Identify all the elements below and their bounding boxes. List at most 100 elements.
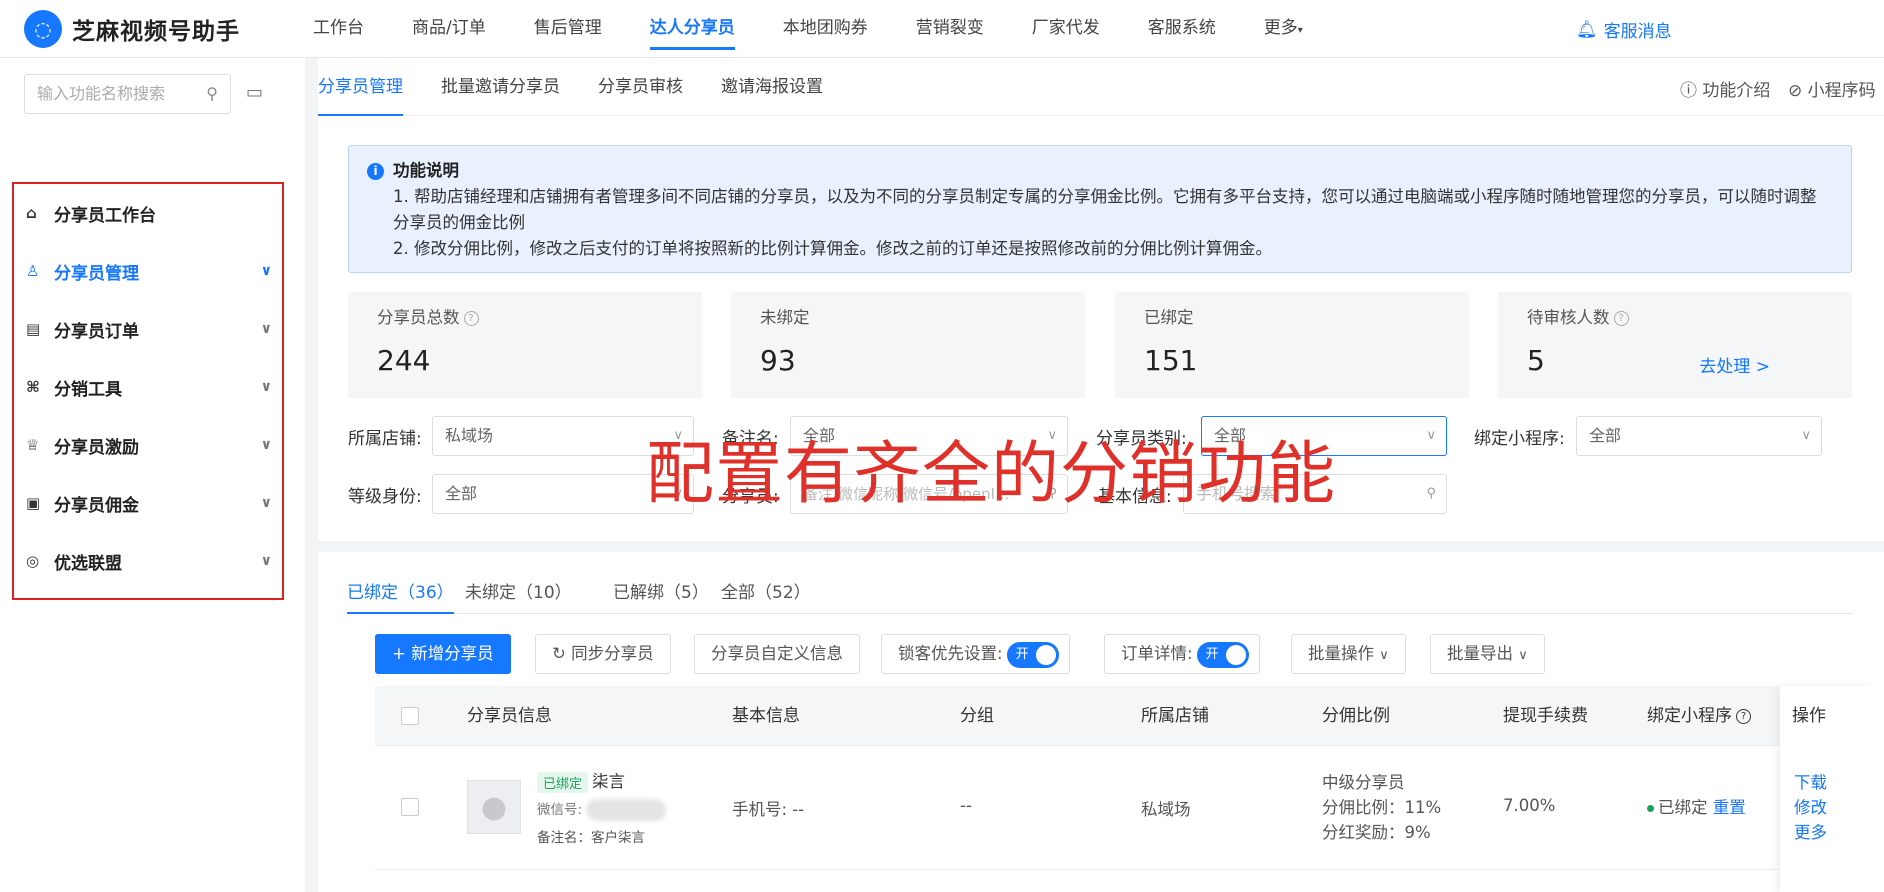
batch-label: 批量操作 [1308, 644, 1374, 663]
stat-value: 244 [377, 344, 431, 377]
sidebar-item-incentive[interactable]: ♕ 分享员激励 ∨ [14, 416, 282, 474]
stat-value: 5 [1527, 344, 1545, 377]
info-circle-icon: ⓘ [1680, 81, 1697, 101]
info-line-1: 1. 帮助店铺经理和店铺拥有者管理多间不同店铺的分享员，以及为不同的分享员制定专… [393, 187, 1817, 232]
tab-bound[interactable]: 已绑定（36） [347, 578, 454, 614]
tool-icon: ⌘ [26, 378, 40, 396]
status-dot [1647, 805, 1654, 812]
tab-unbound-released[interactable]: 已解绑（5） [613, 578, 709, 614]
order-detail-toggle[interactable]: 开 [1196, 641, 1249, 668]
row-checkbox[interactable] [401, 798, 419, 816]
col-mini-program: 绑定小程序? [1647, 686, 1751, 746]
sidebar-item-workbench[interactable]: ⌂ 分享员工作台 [14, 184, 282, 242]
nav-local-coupons[interactable]: 本地团购券 [783, 0, 868, 58]
sidebar: 输入功能名称搜索 ⚲ ▭ ⌂ 分享员工作台 ♙ 分享员管理 ∨ ▤ 分享员订单 … [0, 58, 305, 892]
download-link[interactable]: 下载 [1794, 770, 1827, 795]
nav-more[interactable]: 更多▾ [1264, 0, 1303, 58]
stat-pending: 待审核人数? 5 去处理 > [1498, 292, 1852, 398]
toggle-on-label: 开 [1015, 646, 1029, 662]
chevron-down-icon: ∨ [1518, 648, 1528, 663]
order-label: 订单详情: [1121, 644, 1193, 663]
service-messages[interactable]: 🔔︎ 客服消息 [1576, 17, 1672, 43]
sync-label: 同步分享员 [571, 644, 654, 663]
app-logo[interactable]: ◌ 芝麻视频号助手 [24, 10, 240, 48]
annotation-overlay-text: 配置有齐全的分销功能 [646, 435, 1337, 514]
sidebar-menu: ⌂ 分享员工作台 ♙ 分享员管理 ∨ ▤ 分享员订单 ∨ ⌘ 分销工具 ∨ ♕ … [12, 182, 284, 600]
chevron-down-icon: ∨ [260, 321, 272, 337]
search-icon[interactable]: ⚲ [206, 75, 218, 113]
order-icon: ▤ [26, 320, 41, 338]
store-value: 私域场 [1141, 800, 1191, 819]
help-icon[interactable]: ? [1613, 311, 1629, 326]
users-icon: ♙ [26, 262, 40, 280]
toggle-on-label: 开 [1205, 646, 1219, 662]
toggle-knob [1225, 644, 1246, 665]
stat-total: 分享员总数? 244 [348, 292, 702, 398]
app-title: 芝麻视频号助手 [72, 19, 240, 45]
help-icon[interactable]: ? [1736, 708, 1751, 724]
order-detail-setting: 订单详情: 开 [1104, 634, 1260, 674]
batch-export-button[interactable]: 批量导出 ∨ [1430, 634, 1545, 674]
sidebar-item-alliance[interactable]: ◎ 优选联盟 ∨ [14, 532, 282, 590]
feature-intro-link[interactable]: ⓘ 功能介绍 [1680, 76, 1770, 101]
tab-all[interactable]: 全部（52） [721, 578, 811, 614]
nav-customer-service[interactable]: 客服系统 [1148, 0, 1216, 58]
add-sharer-button[interactable]: + 新增分享员 [375, 634, 511, 674]
mini-program-code-label: 小程序码 [1807, 81, 1876, 101]
search-placeholder: 输入功能名称搜索 [37, 84, 166, 103]
sidebar-item-commission[interactable]: ▣ 分享员佣金 ∨ [14, 474, 282, 532]
sidebar-item-label: 分销工具 [54, 379, 122, 400]
more-link[interactable]: 更多 [1794, 820, 1827, 845]
col-mini-program-label: 绑定小程序 [1647, 706, 1732, 726]
wechat-label: 微信号: [537, 802, 583, 818]
custom-info-button[interactable]: 分享员自定义信息 [694, 634, 860, 674]
lock-priority-toggle[interactable]: 开 [1006, 641, 1059, 668]
sync-sharer-button[interactable]: ↻ 同步分享员 [535, 634, 671, 674]
service-messages-label: 客服消息 [1603, 22, 1672, 42]
reset-link[interactable]: 重置 [1713, 798, 1746, 817]
col-operations: 操作 [1792, 706, 1826, 726]
col-basic-info: 基本信息 [732, 706, 800, 726]
stat-value: 93 [760, 344, 796, 377]
wechat-id-blurred [586, 799, 667, 821]
tab-sharer-management[interactable]: 分享员管理 [318, 58, 403, 116]
mini-program-select[interactable]: 全部 ∨ [1576, 416, 1822, 456]
nav-dropship[interactable]: 厂家代发 [1032, 0, 1100, 58]
batch-operation-button[interactable]: 批量操作 ∨ [1291, 634, 1406, 674]
caret-down-icon: ▾ [1297, 25, 1303, 36]
tab-sharer-review[interactable]: 分享员审核 [598, 58, 683, 116]
sidebar-item-tools[interactable]: ⌘ 分销工具 ∨ [14, 358, 282, 416]
col-group: 分组 [960, 706, 994, 726]
mini-program-code-link[interactable]: ⊘ 小程序码 [1788, 76, 1876, 101]
nav-after-sales[interactable]: 售后管理 [534, 0, 602, 58]
mini-select-value: 全部 [1589, 426, 1622, 445]
col-sharer-info: 分享员信息 [467, 706, 552, 726]
go-process-link[interactable]: 去处理 > [1699, 352, 1770, 377]
chevron-down-icon: ∨ [1426, 428, 1436, 443]
help-icon[interactable]: ? [463, 311, 479, 326]
group-value: -- [960, 796, 972, 815]
tab-batch-invite[interactable]: 批量邀请分享员 [441, 58, 560, 116]
select-all-checkbox[interactable] [401, 707, 419, 725]
nav-sharers[interactable]: 达人分享员 [649, 0, 735, 50]
main-nav: 工作台 商品/订单 售后管理 达人分享员 本地团购券 营销裂变 厂家代发 客服系… [313, 0, 1351, 58]
stat-label: 分享员总数 [377, 308, 460, 327]
edit-link[interactable]: 修改 [1794, 795, 1827, 820]
chevron-down-icon: ∨ [260, 379, 272, 395]
list-tabs: 已绑定（36） 未绑定（10） 已解绑（5） 全部（52） [347, 552, 1853, 614]
sidebar-item-management[interactable]: ♙ 分享员管理 ∨ [14, 242, 282, 300]
refresh-icon: ↻ [552, 644, 566, 663]
nav-workbench[interactable]: 工作台 [313, 0, 364, 58]
tab-unbound[interactable]: 未绑定（10） [465, 578, 572, 614]
function-search-input[interactable]: 输入功能名称搜索 ⚲ [24, 74, 231, 114]
search-icon[interactable]: ⚲ [1426, 475, 1436, 513]
nav-products-orders[interactable]: 商品/订单 [412, 0, 486, 58]
tab-poster-settings[interactable]: 邀请海报设置 [721, 58, 823, 116]
col-commission-ratio: 分佣比例 [1322, 706, 1390, 726]
nav-marketing[interactable]: 营销裂变 [916, 0, 984, 58]
trophy-icon: ♕ [26, 436, 40, 454]
chevron-down-icon: ∨ [260, 495, 272, 511]
card-icon[interactable]: ▭ [246, 82, 263, 103]
info-notice: i 功能说明 1. 帮助店铺经理和店铺拥有者管理多间不同店铺的分享员，以及为不同… [348, 145, 1852, 273]
sidebar-item-orders[interactable]: ▤ 分享员订单 ∨ [14, 300, 282, 358]
